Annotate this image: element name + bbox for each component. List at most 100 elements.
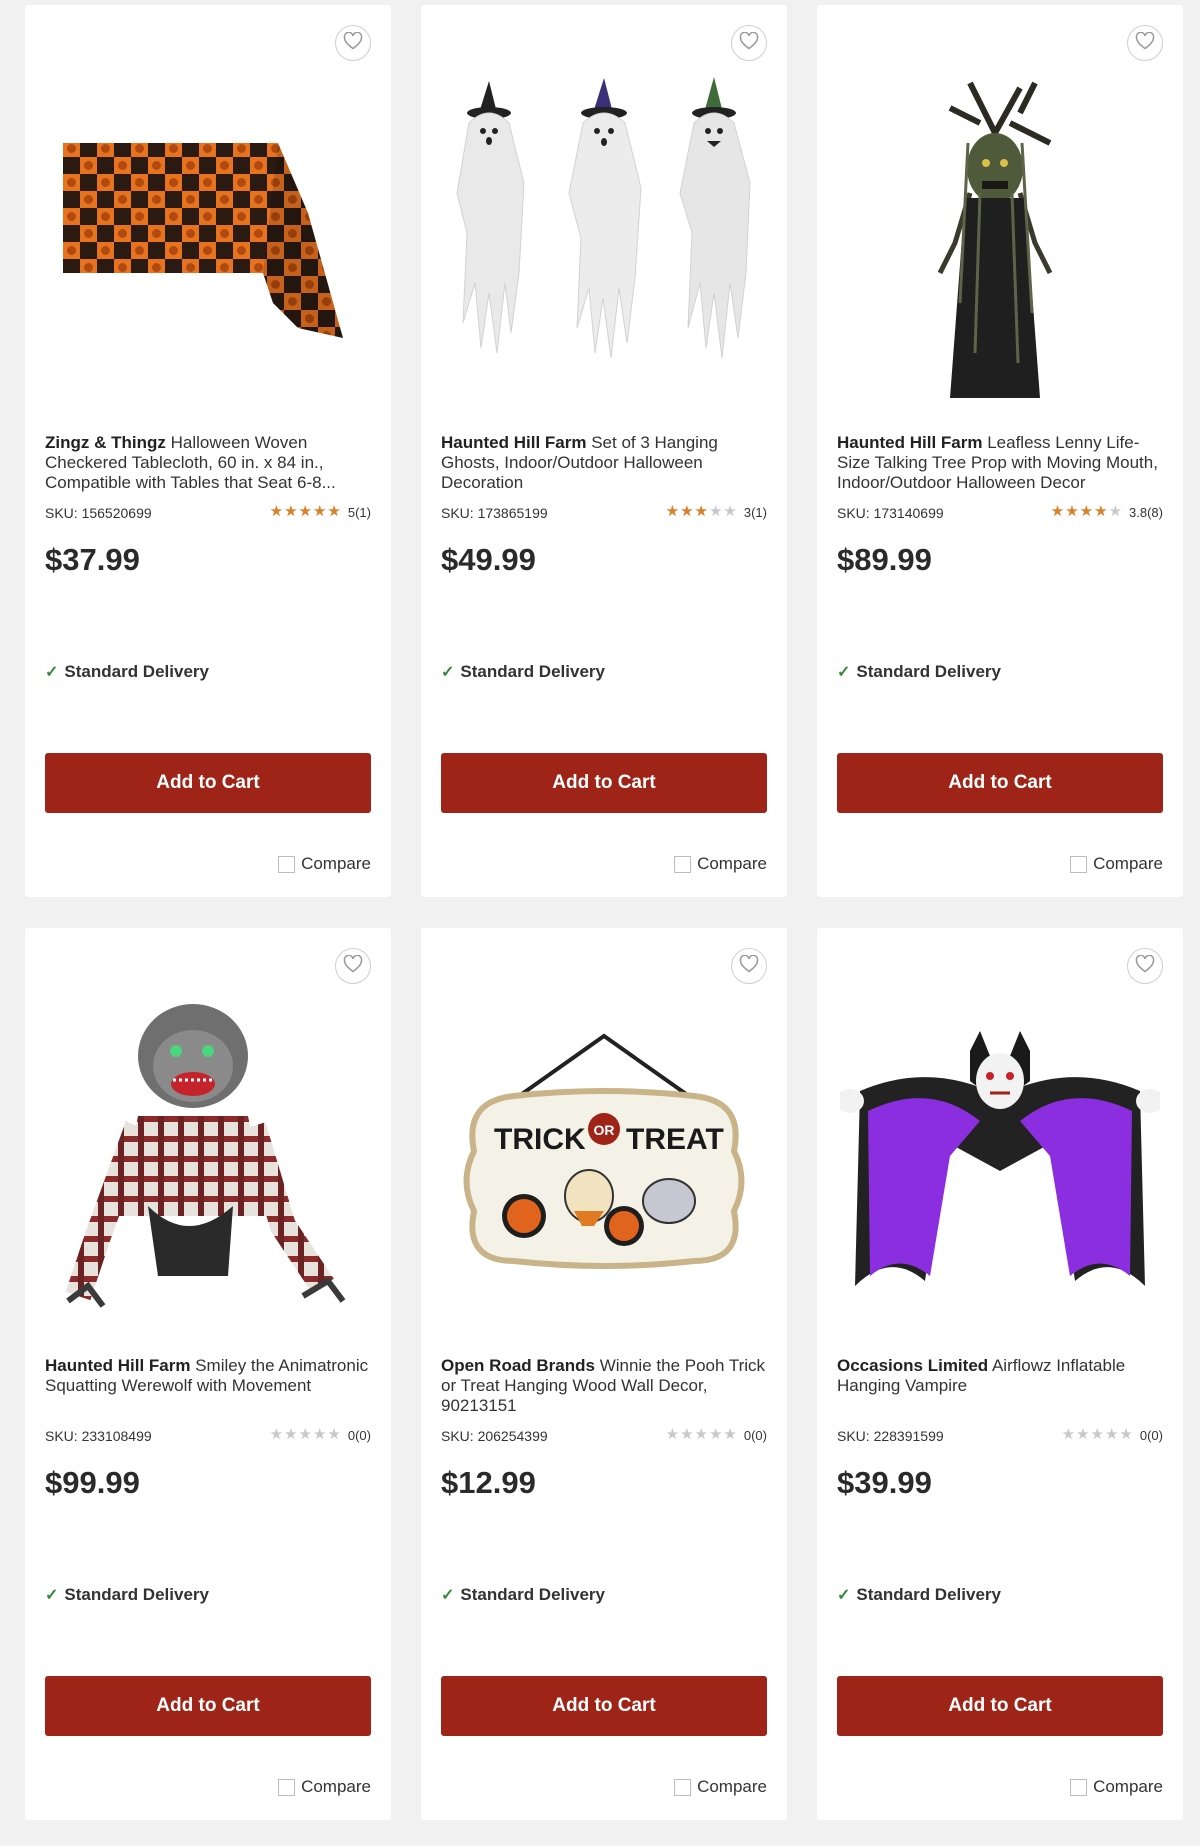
delivery-option: ✓ Standard Delivery — [45, 1585, 209, 1605]
product-rating[interactable]: ★★★★★★★★★★ 0(0) — [666, 1427, 767, 1443]
rating-count: 0(0) — [743, 1427, 767, 1443]
product-title[interactable]: Occasions Limited Airflowz Inflatable Ha… — [837, 1356, 1163, 1416]
compare-toggle[interactable]: Compare — [278, 854, 371, 874]
product-grid: Zingz & Thingz Halloween Woven Checkered… — [0, 0, 1200, 1846]
rating-count: 0(0) — [1139, 1427, 1163, 1443]
tablecloth-image — [63, 143, 343, 338]
add-to-cart-button[interactable]: Add to Cart — [441, 753, 767, 813]
product-rating[interactable]: ★★★★★★★★★★ 0(0) — [270, 1427, 371, 1443]
product-rating[interactable]: ★★★★★★★★★★ 3.8(8) — [1051, 504, 1163, 520]
wishlist-button[interactable] — [335, 25, 371, 61]
product-brand: Haunted Hill Farm — [441, 433, 587, 452]
delivery-option: ✓ Standard Delivery — [441, 1585, 605, 1605]
product-card: Haunted Hill Farm Smiley the Animatronic… — [25, 928, 391, 1820]
heart-icon — [739, 954, 759, 978]
product-price: $89.99 — [837, 542, 932, 577]
product-price: $12.99 — [441, 1465, 536, 1500]
wishlist-button[interactable] — [335, 948, 371, 984]
sign-text-or: OR — [594, 1122, 615, 1138]
add-to-cart-button[interactable]: Add to Cart — [837, 753, 1163, 813]
product-brand: Haunted Hill Farm — [45, 1356, 191, 1375]
heart-icon — [1135, 31, 1155, 55]
add-to-cart-button[interactable]: Add to Cart — [45, 1676, 371, 1736]
product-image[interactable] — [832, 67, 1168, 409]
product-price: $49.99 — [441, 542, 536, 577]
compare-toggle[interactable]: Compare — [674, 854, 767, 874]
rating-count: 3(1) — [743, 504, 767, 520]
compare-toggle[interactable]: Compare — [674, 1777, 767, 1797]
product-card: Zingz & Thingz Halloween Woven Checkered… — [25, 5, 391, 897]
checkmark-icon: ✓ — [45, 664, 59, 681]
product-title[interactable]: Haunted Hill Farm Leafless Lenny Life-Si… — [837, 433, 1163, 493]
compare-checkbox[interactable] — [674, 1778, 692, 1796]
heart-icon — [739, 31, 759, 55]
delivery-label: Standard Delivery — [856, 1585, 1001, 1604]
product-rating[interactable]: ★★★★★ ★★★★★ 5(1) — [270, 504, 371, 520]
add-to-cart-button[interactable]: Add to Cart — [45, 753, 371, 813]
compare-toggle[interactable]: Compare — [1070, 854, 1163, 874]
delivery-option: ✓ Standard Delivery — [837, 662, 1001, 682]
delivery-label: Standard Delivery — [64, 1585, 209, 1604]
wishlist-button[interactable] — [1127, 948, 1163, 984]
product-image[interactable]: TRICK OR TREAT — [436, 990, 772, 1332]
wishlist-button[interactable] — [731, 948, 767, 984]
delivery-option: ✓ Standard Delivery — [837, 1585, 1001, 1605]
sign-text-treat: TREAT — [626, 1123, 724, 1156]
star-rating-icon: ★★★★★★★★★★ — [1061, 1426, 1134, 1443]
checkmark-icon: ✓ — [441, 1587, 455, 1604]
delivery-label: Standard Delivery — [460, 662, 605, 681]
delivery-option: ✓ Standard Delivery — [441, 662, 605, 682]
product-rating[interactable]: ★★★★★★★★★★ 0(0) — [1062, 1427, 1163, 1443]
star-rating-icon: ★★★★★★★★★★ — [665, 503, 738, 520]
compare-toggle[interactable]: Compare — [278, 1777, 371, 1797]
rating-count: 3.8(8) — [1129, 504, 1163, 520]
product-title[interactable]: Haunted Hill Farm Smiley the Animatronic… — [45, 1356, 371, 1416]
add-to-cart-button[interactable]: Add to Cart — [837, 1676, 1163, 1736]
product-card: Occasions Limited Airflowz Inflatable Ha… — [817, 928, 1183, 1820]
product-image[interactable] — [436, 67, 772, 409]
compare-checkbox[interactable] — [278, 1778, 296, 1796]
star-rating-icon: ★★★★★★★★★★ — [1050, 503, 1124, 520]
product-rating[interactable]: ★★★★★★★★★★ 3(1) — [666, 504, 767, 520]
compare-checkbox[interactable] — [674, 855, 692, 873]
sign-text-trick: TRICK — [494, 1123, 586, 1156]
wishlist-button[interactable] — [1127, 25, 1163, 61]
tree-prop-image — [937, 81, 1053, 398]
rating-count: 5(1) — [347, 504, 371, 520]
product-brand: Haunted Hill Farm — [837, 433, 983, 452]
product-price: $37.99 — [45, 542, 140, 577]
product-image[interactable] — [40, 990, 376, 1332]
wishlist-button[interactable] — [731, 25, 767, 61]
product-sku: SKU: 206254399 — [441, 1428, 548, 1444]
product-sku: SKU: 173140699 — [837, 505, 944, 521]
add-to-cart-button[interactable]: Add to Cart — [441, 1676, 767, 1736]
compare-toggle[interactable]: Compare — [1070, 1777, 1163, 1797]
delivery-label: Standard Delivery — [856, 662, 1001, 681]
product-title[interactable]: Zingz & Thingz Halloween Woven Checkered… — [45, 433, 371, 493]
compare-checkbox[interactable] — [278, 855, 296, 873]
compare-checkbox[interactable] — [1070, 855, 1088, 873]
compare-label: Compare — [1093, 1777, 1163, 1796]
vampire-inflatable-image — [840, 1031, 1160, 1286]
product-card: Haunted Hill Farm Leafless Lenny Life-Si… — [817, 5, 1183, 897]
checkmark-icon: ✓ — [837, 1587, 851, 1604]
hanging-ghosts-image — [456, 77, 751, 359]
product-brand: Zingz & Thingz — [45, 433, 166, 452]
compare-label: Compare — [301, 1777, 371, 1796]
product-title[interactable]: Open Road Brands Winnie the Pooh Trick o… — [441, 1356, 767, 1416]
product-brand: Occasions Limited — [837, 1356, 989, 1375]
product-sku: SKU: 156520699 — [45, 505, 152, 521]
checkmark-icon: ✓ — [45, 1587, 59, 1604]
product-price: $99.99 — [45, 1465, 140, 1500]
product-card: TRICK OR TREAT Open Road Brands Winnie t… — [421, 928, 787, 1820]
product-title[interactable]: Haunted Hill Farm Set of 3 Hanging Ghost… — [441, 433, 767, 493]
product-image[interactable] — [40, 67, 376, 409]
compare-checkbox[interactable] — [1070, 1778, 1088, 1796]
product-sku: SKU: 173865199 — [441, 505, 548, 521]
checkmark-icon: ✓ — [441, 664, 455, 681]
product-image[interactable] — [832, 990, 1168, 1332]
star-rating-icon: ★★★★★★★★★★ — [269, 1426, 342, 1443]
checkmark-icon: ✓ — [837, 664, 851, 681]
delivery-option: ✓ Standard Delivery — [45, 662, 209, 682]
compare-label: Compare — [697, 1777, 767, 1796]
